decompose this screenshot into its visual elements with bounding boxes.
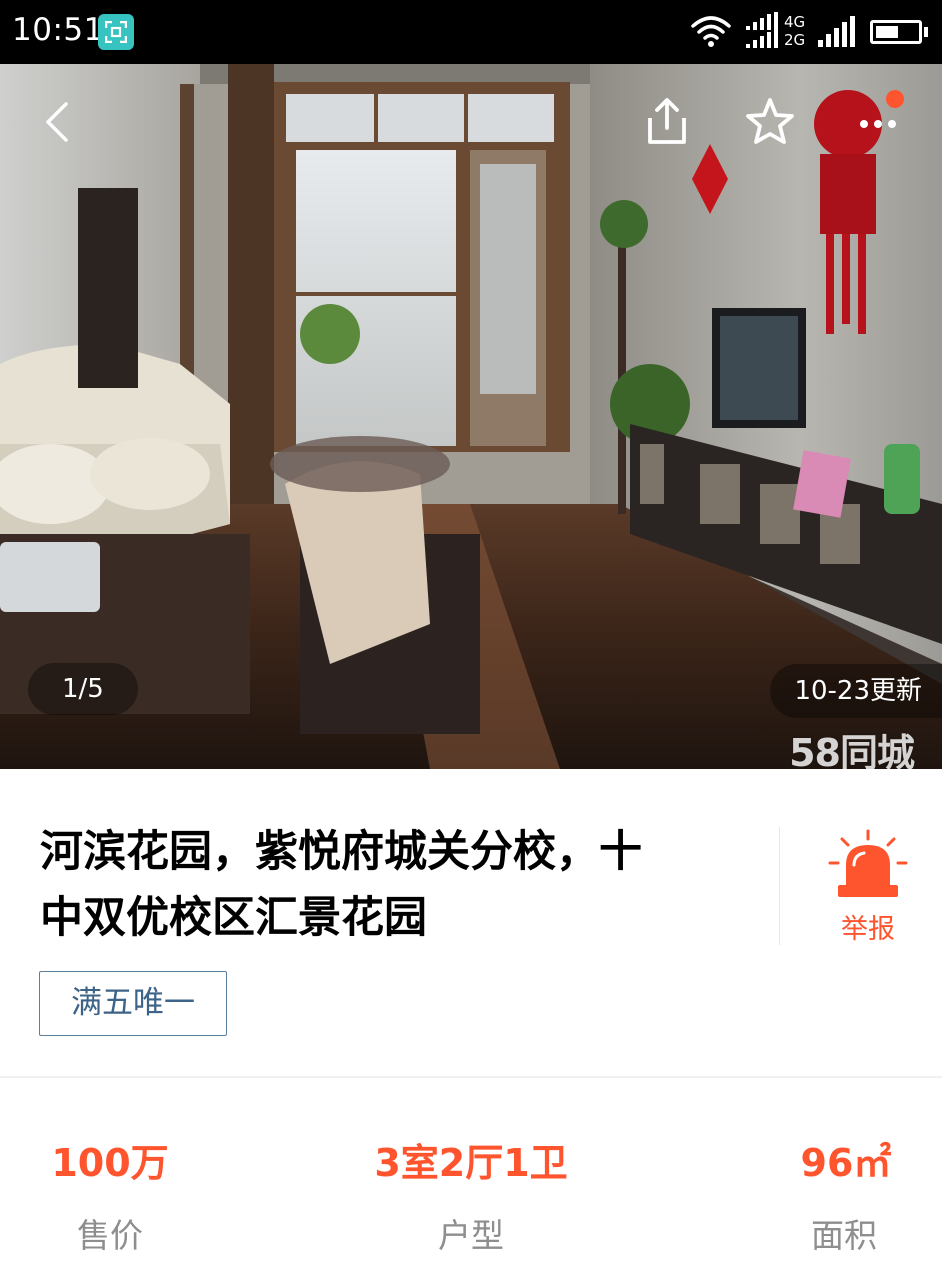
divider xyxy=(779,827,780,945)
signal-2g-icon xyxy=(818,16,856,52)
signal-4g-icon xyxy=(746,12,782,56)
layout-label: 户型 xyxy=(438,1216,504,1255)
watermark-logo: 58同城 xyxy=(789,731,915,769)
battery-cap xyxy=(924,27,928,37)
report-button[interactable]: 举报 xyxy=(828,829,908,949)
area-value: 96㎡ xyxy=(800,1141,892,1185)
status-bar: 10:51 4G 2G xyxy=(0,0,942,64)
battery-icon xyxy=(870,20,922,44)
photo-counter: 1/5 xyxy=(28,663,138,715)
favorite-button[interactable] xyxy=(742,94,798,150)
section-divider xyxy=(0,1076,942,1078)
listing-header: 河滨花园，紫悦府城关分校，十中双优校区汇景花园 举报 满五唯一 xyxy=(0,769,942,1075)
listing-photo-gallery[interactable]: 1/5 10-23更新 58同城 xyxy=(0,64,942,769)
share-icon xyxy=(648,98,686,144)
update-date-badge: 10-23更新 xyxy=(770,664,942,718)
wifi-icon xyxy=(690,14,732,52)
screenshot-scan-icon xyxy=(98,14,134,50)
listing-title: 河滨花园，紫悦府城关分校，十中双优校区汇景花园 xyxy=(40,827,642,943)
share-button[interactable] xyxy=(640,94,694,150)
stat-area: 96㎡ 面积 xyxy=(694,1140,942,1256)
back-button[interactable] xyxy=(36,98,80,146)
stat-layout: 3室2厅1卫 户型 xyxy=(321,1140,621,1256)
alarm-light-icon xyxy=(828,829,908,897)
price-label: 售价 xyxy=(77,1216,143,1255)
report-label: 举报 xyxy=(841,914,895,945)
status-time: 10:51 xyxy=(12,12,104,48)
star-outline-icon xyxy=(746,98,794,144)
stat-price: 100万 售价 xyxy=(0,1140,260,1256)
back-arrow-icon xyxy=(46,102,68,142)
notification-dot xyxy=(886,90,904,108)
area-label: 面积 xyxy=(811,1216,877,1255)
network-2g-label: 2G xyxy=(784,31,806,49)
battery-level xyxy=(876,26,898,38)
listing-tag: 满五唯一 xyxy=(39,971,227,1036)
price-value: 100万 xyxy=(51,1141,169,1185)
network-4g-label: 4G xyxy=(784,13,806,31)
layout-value: 3室2厅1卫 xyxy=(374,1141,568,1185)
